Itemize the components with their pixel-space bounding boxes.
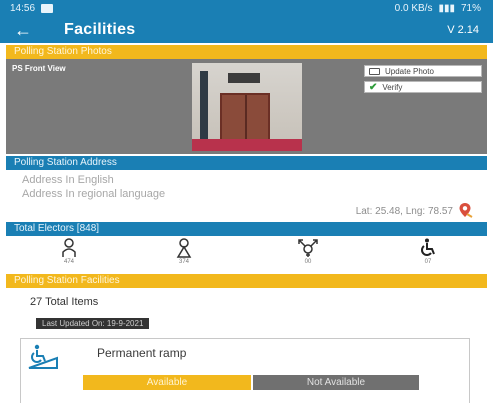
update-photo-label: Update Photo <box>385 66 434 76</box>
last-updated-badge: Last Updated On: 19-9-2021 <box>36 318 150 329</box>
camera-icon <box>369 67 380 75</box>
check-icon: ✔ <box>369 81 378 93</box>
section-header-electors: Total Electors [848] <box>6 222 487 236</box>
not-available-button[interactable]: Not Available <box>253 375 419 390</box>
facilities-screen: 14:56 0.0 KB/s ▮▮▮ 71% ← Facilities V 2.… <box>0 0 493 403</box>
signal-icon: ▮▮▮ <box>438 3 455 14</box>
elector-male: 474 <box>49 238 89 268</box>
section-header-facilities: Polling Station Facilities <box>6 274 487 288</box>
status-bar: 14:56 0.0 KB/s ▮▮▮ 71% <box>0 0 493 18</box>
network-speed: 0.0 KB/s <box>394 3 433 14</box>
wheelchair-icon <box>421 238 435 256</box>
address-english: Address In English <box>22 174 114 186</box>
elector-pwd: 07 <box>408 238 448 268</box>
location-pin-icon[interactable] <box>457 202 473 218</box>
battery-level: 71% <box>460 3 481 14</box>
photo-label: PS Front View <box>12 64 66 73</box>
back-arrow-icon[interactable]: ← <box>14 20 32 40</box>
elector-third-gender: 00 <box>288 238 328 268</box>
electors-row: 474 374 00 07 <box>6 236 487 270</box>
available-button[interactable]: Available <box>83 375 251 390</box>
notification-icon <box>41 4 54 13</box>
polling-station-photo[interactable] <box>192 63 302 151</box>
verify-label: Verify <box>382 82 403 92</box>
photo-panel: PS Front View Update Photo ✔ Verify <box>6 59 487 154</box>
app-version: V 2.14 <box>447 24 479 36</box>
male-person-icon <box>62 238 76 257</box>
elector-count-female: 374 <box>178 259 189 265</box>
facility-card-ramp: Permanent ramp Available Not Available <box>20 338 470 403</box>
status-time: 14:56 <box>10 3 36 14</box>
section-header-photos: Polling Station Photos <box>6 45 487 59</box>
elector-count-pwd: 07 <box>424 259 432 265</box>
ramp-wheelchair-icon <box>28 344 58 369</box>
facility-label: Permanent ramp <box>97 346 187 360</box>
female-person-icon <box>176 238 192 258</box>
total-items: 27 Total Items <box>30 296 99 308</box>
elector-female: 374 <box>164 238 204 268</box>
elector-count-male: 474 <box>63 259 74 265</box>
page-title: Facilities <box>64 21 136 38</box>
address-regional: Address In regional language <box>22 188 166 200</box>
section-header-address: Polling Station Address <box>6 156 487 170</box>
app-bar: ← Facilities V 2.14 <box>0 18 493 43</box>
third-gender-icon <box>298 239 318 257</box>
coordinates: Lat: 25.48, Lng: 78.57 <box>355 206 453 217</box>
update-photo-button[interactable]: Update Photo <box>364 65 482 77</box>
elector-count-third-gender: 00 <box>304 259 312 265</box>
verify-button[interactable]: ✔ Verify <box>364 81 482 93</box>
